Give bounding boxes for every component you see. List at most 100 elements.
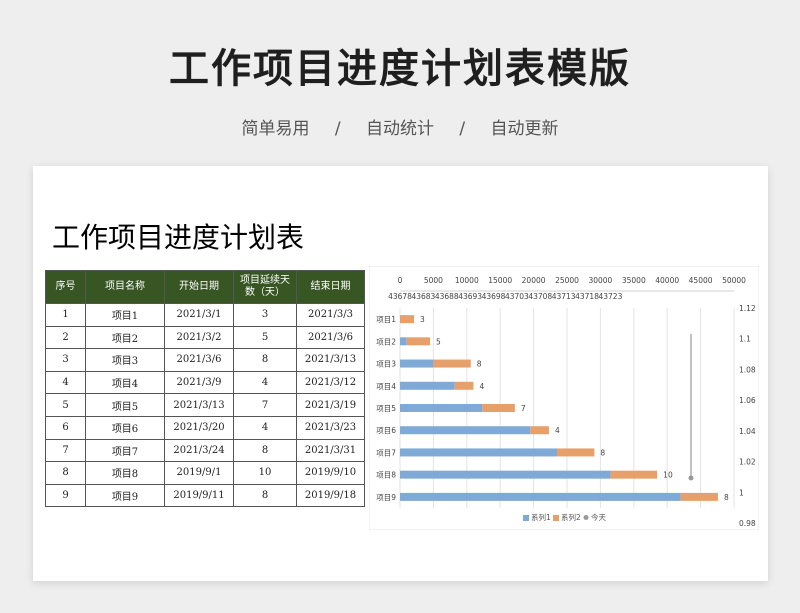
table-cell[interactable]: 项目6 (85, 415, 165, 440)
bar-data-label: 4 (479, 382, 484, 391)
table-cell[interactable]: 2021/3/12 (296, 370, 365, 395)
x-top-tick-label: 30000 (588, 276, 612, 285)
table-cell[interactable]: 2021/3/13 (164, 393, 234, 417)
table-cell[interactable]: 5 (45, 393, 86, 417)
bar-series1 (400, 359, 434, 368)
legend-swatch-series2 (553, 515, 559, 521)
table-cell[interactable]: 1 (45, 303, 86, 327)
spreadsheet-preview: 工作项目进度计划表 序号 项目名称 开始日期 项目延续天数（天） 结束日期 1项… (33, 166, 768, 581)
table-cell[interactable]: 2021/3/1 (164, 303, 234, 327)
table-cell[interactable]: 项目8 (85, 461, 165, 485)
table-cell[interactable]: 2021/3/19 (296, 393, 365, 417)
table-cell[interactable]: 2021/3/2 (164, 325, 234, 350)
y2-tick-label: 1.04 (739, 427, 756, 436)
y-category-label: 项目6 (376, 426, 396, 435)
y-category-label: 项目5 (376, 404, 396, 413)
y-category-label: 项目1 (376, 315, 396, 324)
legend-swatch-series1 (523, 515, 529, 521)
table-cell[interactable]: 8 (233, 483, 297, 508)
table-cell[interactable]: 3 (45, 348, 86, 372)
table-cell[interactable]: 项目7 (85, 438, 165, 463)
x-date-tick-label: 43678 (388, 292, 412, 301)
bar-series2 (433, 359, 471, 368)
table-cell[interactable]: 2021/3/24 (164, 438, 234, 463)
x-top-tick-label: 40000 (655, 276, 679, 285)
table-row: 3 项目3 2021/3/6 8 2021/3/13 (45, 348, 365, 372)
table-row: 2 项目2 2021/3/2 5 2021/3/6 (45, 325, 365, 350)
col-header-end: 结束日期 (296, 270, 365, 304)
y2-tick-label: 1.1 (739, 335, 751, 344)
legend-label-today: 今天 (591, 512, 606, 522)
legend-label-series1: 系列1 (531, 512, 551, 522)
table-cell[interactable]: 2021/3/3 (296, 303, 365, 327)
x-date-tick-label: 43693 (458, 292, 482, 301)
table-cell[interactable]: 2 (45, 325, 86, 350)
table-cell[interactable]: 2021/3/23 (296, 415, 365, 440)
y2-tick-label: 1 (739, 488, 744, 497)
table-cell[interactable]: 8 (233, 438, 297, 463)
gantt-chart: 0 5000 10000 15000 20000 25000 30000 35000 40000… (369, 266, 759, 530)
y2-tick-label: 1.12 (739, 304, 756, 313)
bar-series2 (406, 337, 431, 346)
table-cell[interactable]: 8 (45, 461, 86, 485)
table-row: 9 项目9 2019/9/11 8 2019/9/18 (45, 483, 365, 508)
y2-tick-label: 0.98 (739, 519, 756, 528)
table-body: 1 项目1 2021/3/1 3 2021/3/3 2 项目2 2021/3/2 5 2021/3… (45, 303, 365, 508)
x-top-tick-label: 45000 (689, 276, 713, 285)
table-row: 1 项目1 2021/3/1 3 2021/3/3 (45, 303, 365, 327)
x-top-tick-label: 50000 (722, 276, 746, 285)
table-row: 8 项目8 2019/9/1 10 2019/9/10 (45, 461, 365, 485)
table-cell[interactable]: 4 (45, 370, 86, 395)
bar-series2 (610, 470, 658, 479)
table-cell[interactable]: 项目3 (85, 348, 165, 372)
bar-data-label: 5 (436, 337, 441, 346)
table-cell[interactable]: 9 (45, 483, 86, 508)
table-cell[interactable]: 2021/3/13 (296, 348, 365, 372)
y-category-label: 项目4 (376, 382, 396, 391)
bar-series1 (400, 426, 531, 435)
col-header-index: 序号 (45, 270, 86, 304)
table-row: 6 项目6 2021/3/20 4 2021/3/23 (45, 415, 365, 440)
table-cell[interactable]: 2019/9/10 (296, 461, 365, 485)
table-cell[interactable]: 2019/9/1 (164, 461, 234, 485)
bar-series1 (400, 404, 483, 412)
y-category-label: 项目2 (376, 337, 396, 346)
x-date-tick-label: 43688 (435, 292, 459, 301)
table-cell[interactable]: 3 (233, 303, 297, 327)
table-cell[interactable]: 4 (233, 370, 297, 395)
banner-title: 工作项目进度计划表模版 (169, 46, 631, 92)
table-cell[interactable]: 4 (233, 415, 297, 440)
table-cell[interactable]: 2021/3/31 (296, 438, 365, 463)
banner-features: 简单易用 / 自动统计 / 自动更新 (0, 114, 800, 139)
table-cell[interactable]: 6 (45, 415, 86, 440)
table-cell[interactable]: 7 (233, 393, 297, 417)
x-top-tick-label: 0 (398, 276, 403, 285)
table-cell[interactable]: 5 (233, 325, 297, 350)
bar-series2 (530, 426, 549, 435)
bar-series1 (400, 337, 407, 346)
y-category-label: 项目3 (376, 360, 396, 369)
table-cell[interactable]: 2021/3/6 (164, 348, 234, 372)
x-top-tick-label: 5000 (424, 276, 443, 285)
table-cell[interactable]: 2021/3/6 (296, 325, 365, 350)
table-cell[interactable]: 10 (233, 461, 297, 485)
table-cell[interactable]: 2019/9/18 (296, 483, 365, 508)
table-cell[interactable]: 项目9 (85, 483, 165, 508)
table-cell[interactable]: 项目2 (85, 325, 165, 350)
feature-separator: / (459, 119, 466, 139)
table-cell[interactable]: 2021/3/20 (164, 415, 234, 440)
table-cell[interactable]: 7 (45, 438, 86, 463)
table-cell[interactable]: 项目5 (85, 393, 165, 417)
feature-auto-stats: 自动统计 (366, 119, 434, 139)
table-cell[interactable]: 2021/3/9 (164, 370, 234, 395)
table-cell[interactable]: 2019/9/11 (164, 483, 234, 508)
table-cell[interactable]: 项目4 (85, 370, 165, 395)
x-top-tick-label: 10000 (455, 276, 479, 285)
x-date-tick-label: 43713 (552, 292, 576, 301)
table-cell[interactable]: 项目1 (85, 303, 165, 327)
col-header-name: 项目名称 (85, 270, 165, 304)
table-cell[interactable]: 8 (233, 348, 297, 372)
today-marker (688, 475, 694, 481)
sheet-title: 工作项目进度计划表 (52, 221, 305, 254)
bar-data-label: 10 (663, 471, 673, 480)
